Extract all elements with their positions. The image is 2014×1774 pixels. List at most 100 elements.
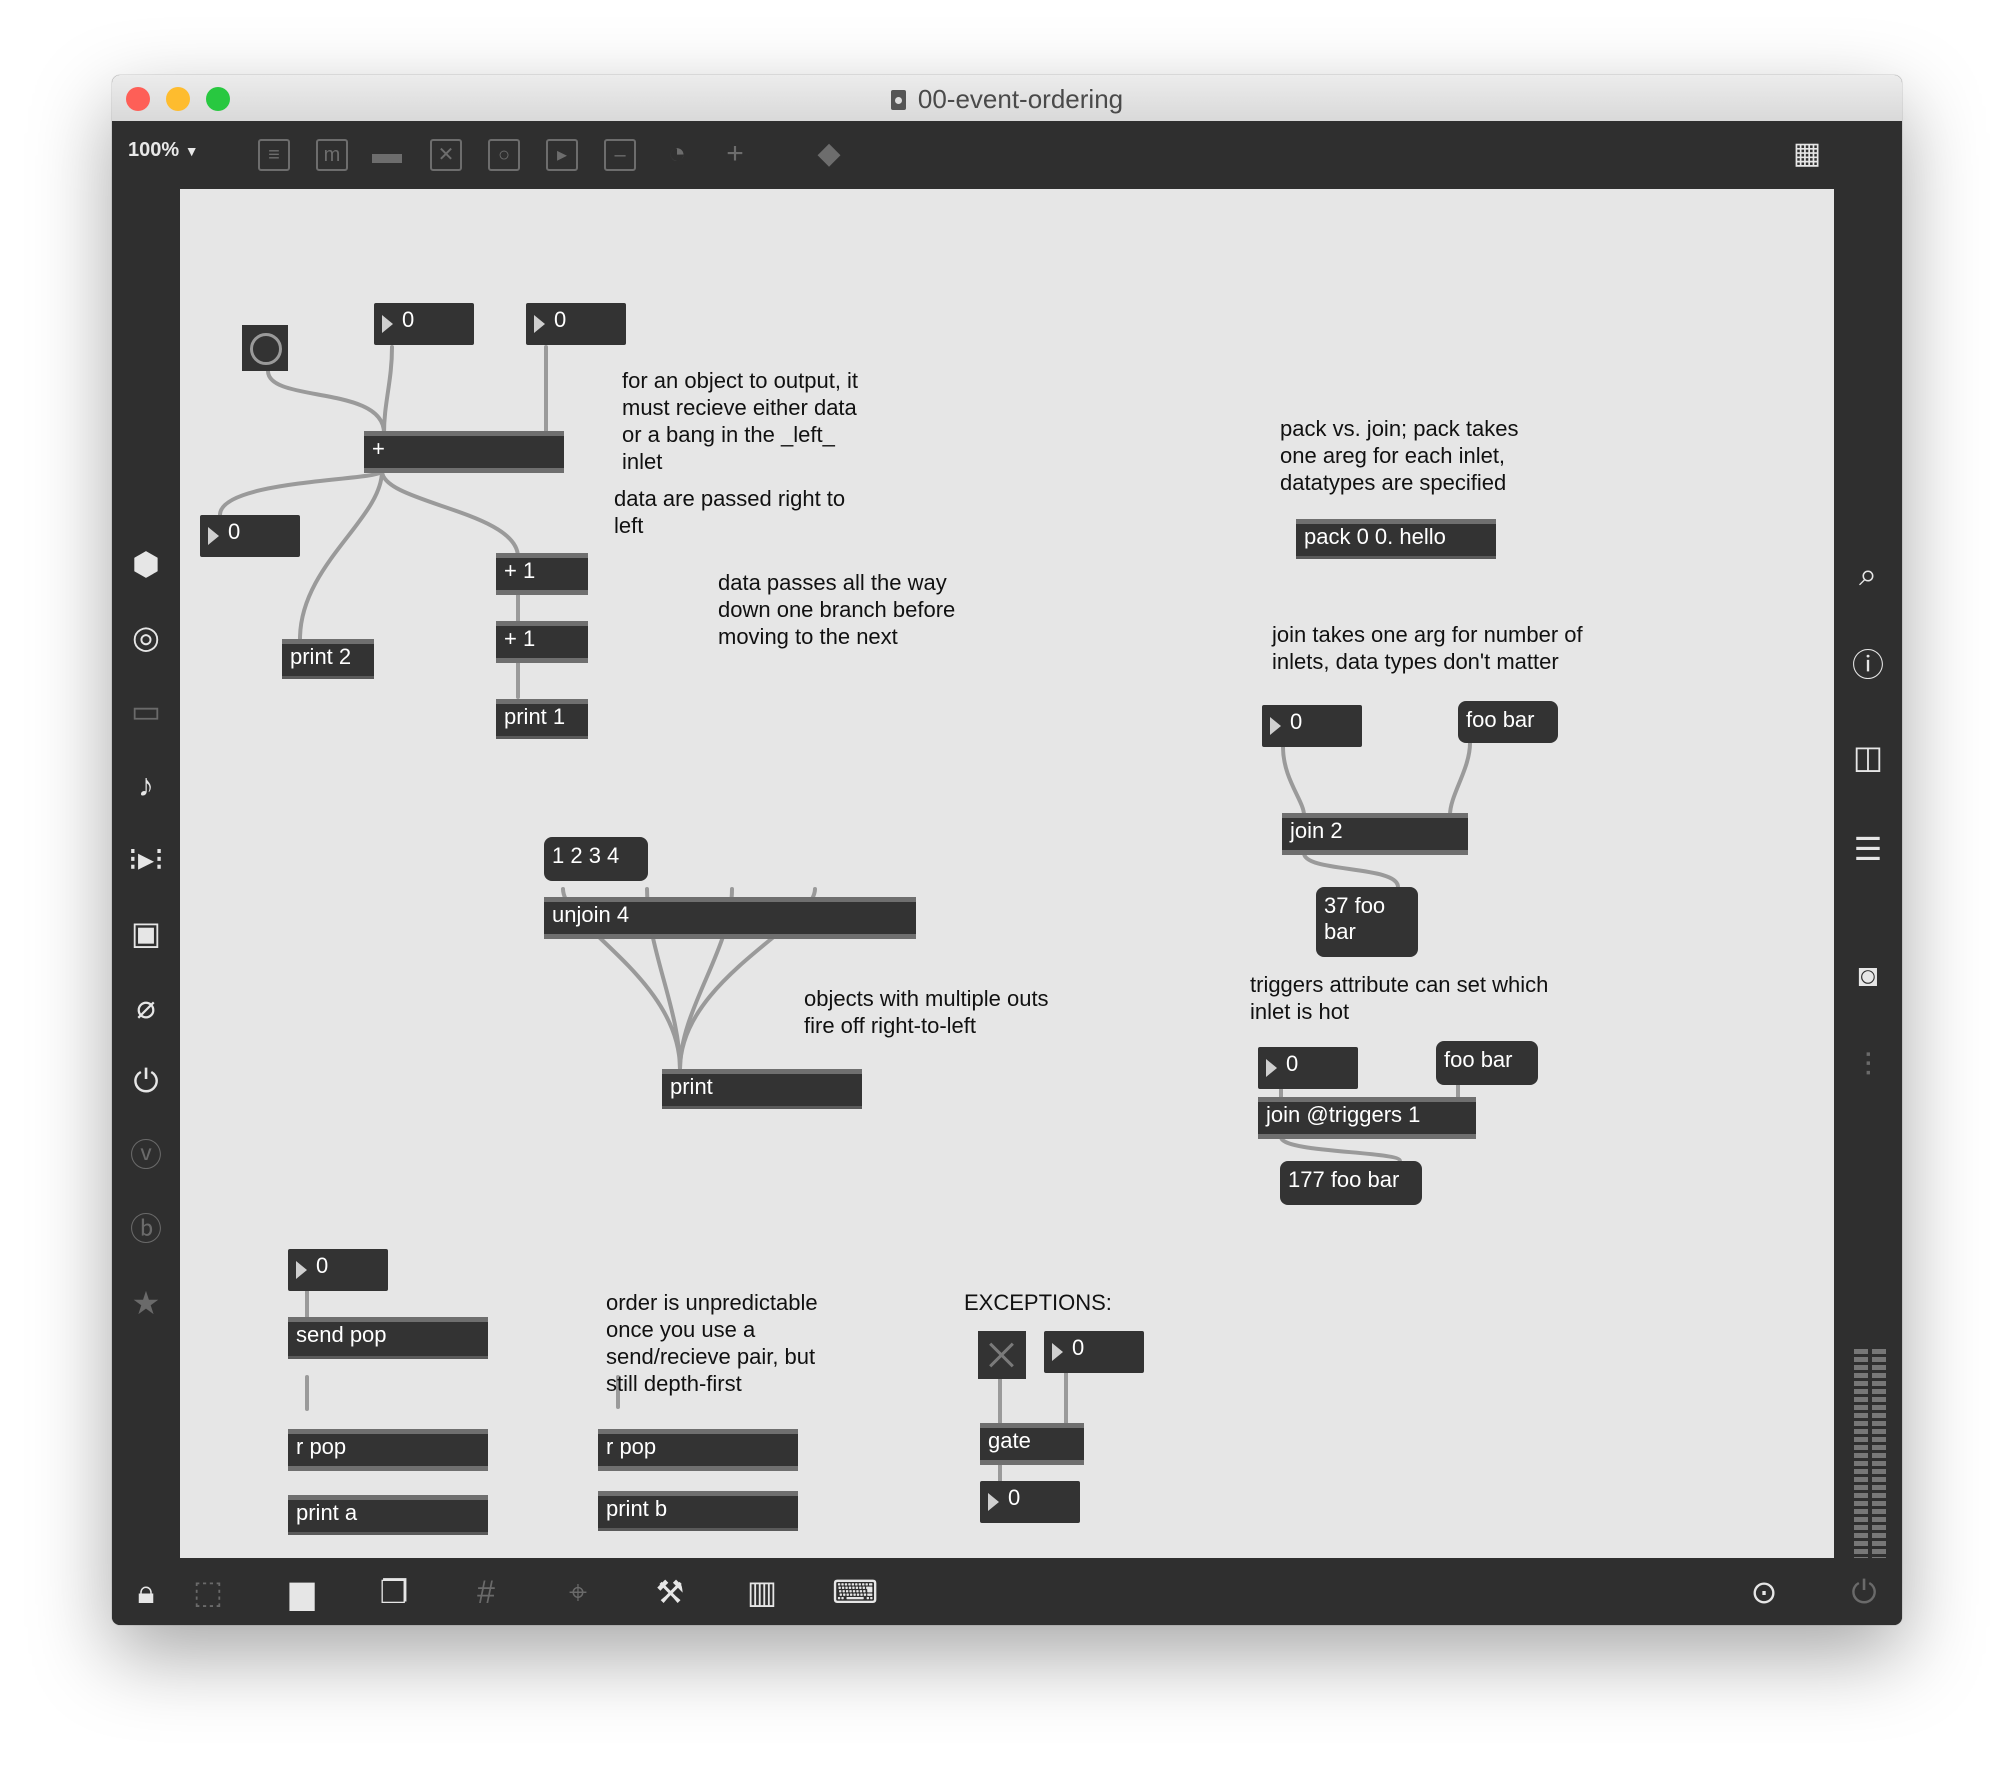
sliders-icon[interactable]: ⫶	[1848, 1045, 1888, 1085]
receive-object[interactable]: r pop	[598, 1429, 798, 1471]
presentation-icon[interactable]: ▆	[280, 1570, 324, 1614]
level-meter-right	[1872, 1349, 1886, 1565]
zoom-menu[interactable]: 100% ▼	[128, 139, 199, 162]
cube-icon[interactable]: ⬢	[126, 544, 166, 584]
patcher-window: 00-event-ordering 100% ▼ ≡ m ▬ ✕ ○ ▸ – ◔…	[112, 75, 1902, 1625]
comment-exceptions: EXCEPTIONS:	[964, 1290, 1112, 1315]
level-meter-left	[1854, 1349, 1868, 1565]
comment-icon[interactable]: ▬	[368, 135, 406, 173]
message-box[interactable]: foo bar	[1436, 1041, 1538, 1085]
number-box[interactable]: 0	[288, 1249, 388, 1291]
comment-right-to-left: data are passed right to left	[614, 486, 846, 538]
number-box[interactable]: 0	[1044, 1331, 1144, 1373]
plus-one-object[interactable]: + 1	[496, 553, 588, 595]
paint-bucket-icon[interactable]: ◆	[810, 135, 848, 173]
windows-icon[interactable]: ❐	[372, 1570, 416, 1614]
bottom-toolbar: 🔒︎ ⬚ ▆ ❐ # ⌖ ⚒ ▥ ⌨ ⊙ ⏻	[112, 1558, 1902, 1625]
cord-num-to-plus-left	[382, 345, 394, 435]
grid-icon[interactable]: #	[464, 1570, 508, 1614]
message-box[interactable]: 177 foo bar	[1280, 1161, 1422, 1205]
wrench-icon[interactable]: ⚒	[648, 1570, 692, 1614]
cord-plus-to-plus1	[380, 469, 520, 559]
grid-menu-icon[interactable]: ▦	[1788, 135, 1826, 173]
slider-icon[interactable]: –	[604, 139, 636, 171]
patcher-canvas[interactable]: 0 0 + 0 + 1 + 1 print 2 print 1 for an o…	[180, 189, 1834, 1558]
zoom-value: 100%	[128, 139, 180, 161]
info-icon[interactable]: ⓘ	[1848, 645, 1888, 685]
media-icon[interactable]: ▭	[126, 691, 166, 731]
print-object[interactable]: print a	[288, 1495, 488, 1535]
join-triggers-object[interactable]: join @triggers 1	[1258, 1097, 1476, 1139]
plus-one-object[interactable]: + 1	[496, 621, 588, 663]
cord-plus-to-print2	[298, 469, 384, 641]
keyboard-icon[interactable]: ⌨	[832, 1570, 878, 1614]
music-note-icon[interactable]: ♪	[126, 765, 166, 805]
comment-unpredictable-order: order is unpredictable once you use a se…	[606, 1290, 818, 1396]
number-box[interactable]: 0	[526, 303, 626, 345]
image-icon[interactable]: ▣	[126, 913, 166, 953]
plus-icon[interactable]: +	[716, 135, 754, 173]
bang-icon[interactable]: ○	[488, 139, 520, 171]
cord-plus-to-num-left	[218, 469, 384, 517]
comment-multiple-outs: objects with multiple outs fire off righ…	[804, 986, 1049, 1038]
print-object[interactable]: print 1	[496, 699, 588, 739]
edit-icon[interactable]: ⬚	[186, 1570, 230, 1614]
comment-output-rule: for an object to output, it must recieve…	[622, 368, 859, 474]
plug-icon[interactable]: ⏻	[126, 1061, 166, 1101]
star-icon[interactable]: ★	[126, 1283, 166, 1323]
window-title: 00-event-ordering	[112, 84, 1902, 115]
gate-object[interactable]: gate	[980, 1423, 1084, 1465]
cord-num-to-join2	[1281, 745, 1306, 817]
pin-icon[interactable]: ⌖	[556, 1570, 600, 1614]
power-icon[interactable]: ⏻	[1842, 1570, 1886, 1614]
cord-bang-to-plus	[266, 369, 386, 435]
left-sidebar: ⬢ ◎ ▭ ♪ ⁝▸⁝ ▣ ⌀ ⏻ ⓥ ⓑ ★	[112, 189, 180, 1562]
comment-triggers: triggers attribute can set which inlet i…	[1250, 972, 1549, 1024]
toolbar: 100% ▼ ≡ m ▬ ✕ ○ ▸ – ◔ + ◆ ▦	[112, 121, 1902, 189]
new-object-icon[interactable]: ≡	[258, 139, 290, 171]
message-box[interactable]: foo bar	[1458, 701, 1558, 743]
cord-triggers-to-msg	[1279, 1135, 1402, 1163]
number-icon[interactable]: ▸	[546, 139, 578, 171]
step-icon[interactable]: ⁝▸⁝	[126, 839, 166, 879]
pack-object[interactable]: pack 0 0. hello	[1296, 519, 1496, 559]
number-box[interactable]: 0	[200, 515, 300, 557]
bang-button[interactable]	[242, 325, 288, 371]
piano-icon[interactable]: ▥	[740, 1570, 784, 1614]
title-bar[interactable]: 00-event-ordering	[112, 75, 1902, 122]
play-icon[interactable]: ⊙	[1742, 1570, 1786, 1614]
print-object[interactable]: print b	[598, 1491, 798, 1531]
unjoin-object[interactable]: unjoin 4	[544, 897, 916, 939]
toggle-button[interactable]	[978, 1331, 1026, 1379]
columns-icon[interactable]: ◫	[1848, 737, 1888, 777]
search-icon[interactable]: ⌕	[1848, 554, 1888, 594]
message-box[interactable]: 1 2 3 4	[544, 837, 648, 881]
comment-pack-vs-join: pack vs. join; pack takes one areg for e…	[1280, 416, 1519, 495]
toggle-icon[interactable]: ✕	[430, 139, 462, 171]
lock-icon[interactable]: 🔒︎	[124, 1570, 168, 1614]
message-box[interactable]: 37 foo bar	[1316, 887, 1418, 957]
message-icon[interactable]: m	[316, 139, 348, 171]
target-icon[interactable]: ◎	[126, 617, 166, 657]
b-icon[interactable]: ⓑ	[126, 1209, 166, 1249]
chevron-down-icon: ▼	[184, 143, 199, 159]
camera-icon[interactable]: ◙	[1848, 955, 1888, 995]
print-object[interactable]: print	[662, 1069, 862, 1109]
number-box[interactable]: 0	[1258, 1047, 1358, 1089]
cord-join2-to-msg	[1302, 851, 1400, 889]
comment-depth-first: data passes all the way down one branch …	[718, 570, 956, 649]
join-object[interactable]: join 2	[1282, 813, 1468, 855]
send-object[interactable]: send pop	[288, 1317, 488, 1359]
list-icon[interactable]: ☰	[1848, 829, 1888, 869]
right-sidebar: ⌕ ⓘ ◫ ☰ ◙ ⫶	[1834, 189, 1902, 1565]
number-box[interactable]: 0	[1262, 705, 1362, 747]
dial-icon[interactable]: ◔	[658, 135, 696, 173]
comment-join-args: join takes one arg for number of inlets,…	[1272, 622, 1583, 674]
plus-object[interactable]: +	[364, 431, 564, 473]
print-object[interactable]: print 2	[282, 639, 374, 679]
number-box[interactable]: 0	[980, 1481, 1080, 1523]
v-icon[interactable]: ⓥ	[126, 1135, 166, 1175]
paperclip-icon[interactable]: ⌀	[126, 987, 166, 1027]
receive-object[interactable]: r pop	[288, 1429, 488, 1471]
number-box[interactable]: 0	[374, 303, 474, 345]
